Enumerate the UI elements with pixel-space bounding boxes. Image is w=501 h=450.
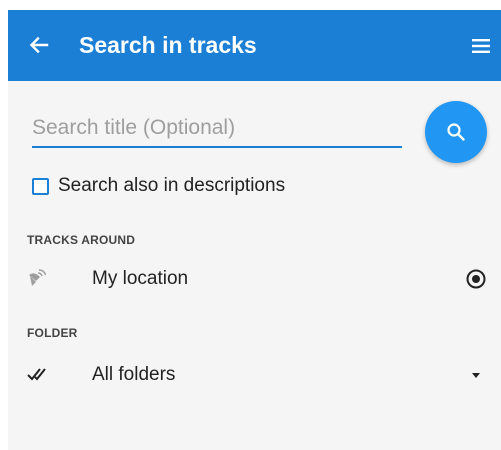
menu-button[interactable] xyxy=(467,32,495,60)
search-descriptions-option[interactable]: Search also in descriptions xyxy=(32,174,285,198)
screen: Search in tracks Search also in descript… xyxy=(8,10,501,450)
gps-signal-icon xyxy=(24,264,52,292)
tracks-around-value: My location xyxy=(92,268,189,289)
radio-target-icon[interactable] xyxy=(463,266,489,292)
page-title: Search in tracks xyxy=(79,32,257,58)
folder-value: All folders xyxy=(92,364,176,385)
folder-row[interactable]: All folders xyxy=(8,352,501,396)
hamburger-menu-icon xyxy=(472,39,490,53)
tracks-around-row[interactable]: My location xyxy=(8,256,501,300)
search-title-input[interactable] xyxy=(32,114,402,148)
search-button[interactable] xyxy=(425,101,487,163)
double-check-icon xyxy=(24,360,52,388)
arrow-left-icon xyxy=(29,36,49,54)
dropdown-arrow-icon[interactable] xyxy=(463,362,489,388)
back-button[interactable] xyxy=(24,30,54,60)
tracks-around-header: TRACKS AROUND xyxy=(27,233,136,247)
search-descriptions-checkbox[interactable] xyxy=(32,177,49,195)
app-bar: Search in tracks xyxy=(8,10,501,81)
folder-header: FOLDER xyxy=(27,326,78,340)
search-descriptions-label: Search also in descriptions xyxy=(58,175,286,196)
search-icon xyxy=(447,123,465,141)
